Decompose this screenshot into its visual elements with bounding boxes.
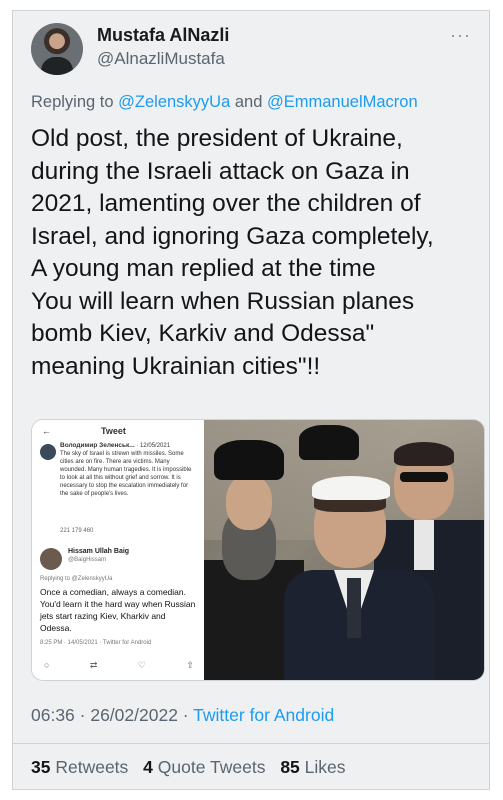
tweet-timestamp[interactable]: 06:36 · 26/02/2022 ·: [31, 705, 189, 725]
quote-label: Quote Tweets: [157, 757, 266, 777]
retweets-count: 35: [31, 757, 51, 777]
tweet-body-line: meaning Ukrainian cities"!!: [31, 352, 321, 380]
tweet-meta: 06:36 · 26/02/2022 · Twitter for Android: [31, 705, 334, 726]
mention-macron[interactable]: @EmmanuelMacron: [267, 93, 418, 111]
like-icon: ♡: [137, 660, 146, 670]
divider: [13, 743, 489, 744]
reply-time: 8:25 PM · 14/05/2021 · Twitter for Andro…: [40, 640, 152, 646]
original-tweet: Володимир Зеленськ... · 12/05/2021 The s…: [60, 442, 196, 498]
tweet-body-line: A young man replied at the time: [31, 255, 376, 282]
tweet-body-line: You will learn when Russian planes: [31, 287, 415, 315]
original-text: The sky of Israel is strewn with missile…: [60, 451, 192, 497]
share-icon: ⇧: [186, 660, 194, 670]
quote-count: 4: [143, 757, 153, 777]
author-name[interactable]: Mustafa AlNazli: [97, 25, 229, 46]
reply-author: Hissam Ullah Baig: [68, 548, 130, 555]
retweets-stat[interactable]: 35 Retweets: [31, 757, 128, 777]
author-handle[interactable]: @AlnazliMustafa: [97, 49, 225, 69]
back-icon: ←: [42, 426, 51, 436]
tweet-body-line: Israel, and ignoring Gaza completely,: [31, 222, 434, 250]
embedded-header: Tweet: [101, 426, 126, 436]
engagement-stats: 35 Retweets 4 Quote Tweets 85 Likes: [31, 757, 346, 778]
original-stats: 221 179 460: [60, 528, 94, 534]
retweet-icon: ⇄: [89, 660, 98, 670]
retweets-label: Retweets: [55, 757, 129, 777]
mention-zelenskyy[interactable]: @ZelenskyyUa: [118, 93, 230, 111]
reply-actions: ○ ⇄ ♡ ⇧: [44, 660, 194, 671]
original-date: · 12/05/2021: [136, 443, 171, 449]
tweet-body-line: bomb Kiev, Karkiv and Odessa": [31, 320, 375, 347]
tweet-body-line: 2021, lamenting over the children of: [31, 190, 421, 217]
mention-join: and: [234, 93, 263, 111]
reply-text: Once a comedian, always a comedian. You'…: [40, 587, 196, 633]
likes-stat[interactable]: 85 Likes: [280, 757, 345, 777]
replying-to-line: Replying to @ZelenskyyUa and @EmmanuelMa…: [31, 93, 418, 112]
quote-tweets-stat[interactable]: 4 Quote Tweets: [143, 757, 265, 777]
tweet-source[interactable]: Twitter for Android: [193, 705, 334, 725]
attached-media[interactable]: ← Tweet Володимир Зеленськ... · 12/05/202…: [31, 419, 485, 681]
likes-count: 85: [280, 757, 300, 777]
tweet-body-line: Old post, the president of Ukraine,: [31, 125, 403, 152]
more-options-icon[interactable]: ···: [450, 25, 471, 46]
replying-prefix: Replying to: [31, 93, 114, 111]
original-avatar: [40, 444, 56, 460]
author-avatar[interactable]: [31, 23, 83, 75]
tweet-card: Mustafa AlNazli @AlnazliMustafa ··· Repl…: [12, 10, 490, 790]
original-author: Володимир Зеленськ...: [60, 442, 135, 449]
comment-icon: ○: [44, 660, 50, 670]
embedded-tweet-screenshot: ← Tweet Володимир Зеленськ... · 12/05/202…: [32, 420, 204, 680]
reply-replying-to: Replying to @ZelenskyyUa: [40, 576, 113, 582]
tweet-body: Old post, the president of Ukraine, duri…: [31, 123, 481, 383]
reply-handle: @BaigHissam: [68, 557, 107, 563]
likes-label: Likes: [304, 757, 346, 777]
tweet-body-line: during the Israeli attack on Gaza in: [31, 157, 410, 185]
news-photo: [204, 420, 484, 680]
reply-avatar: [40, 548, 62, 570]
